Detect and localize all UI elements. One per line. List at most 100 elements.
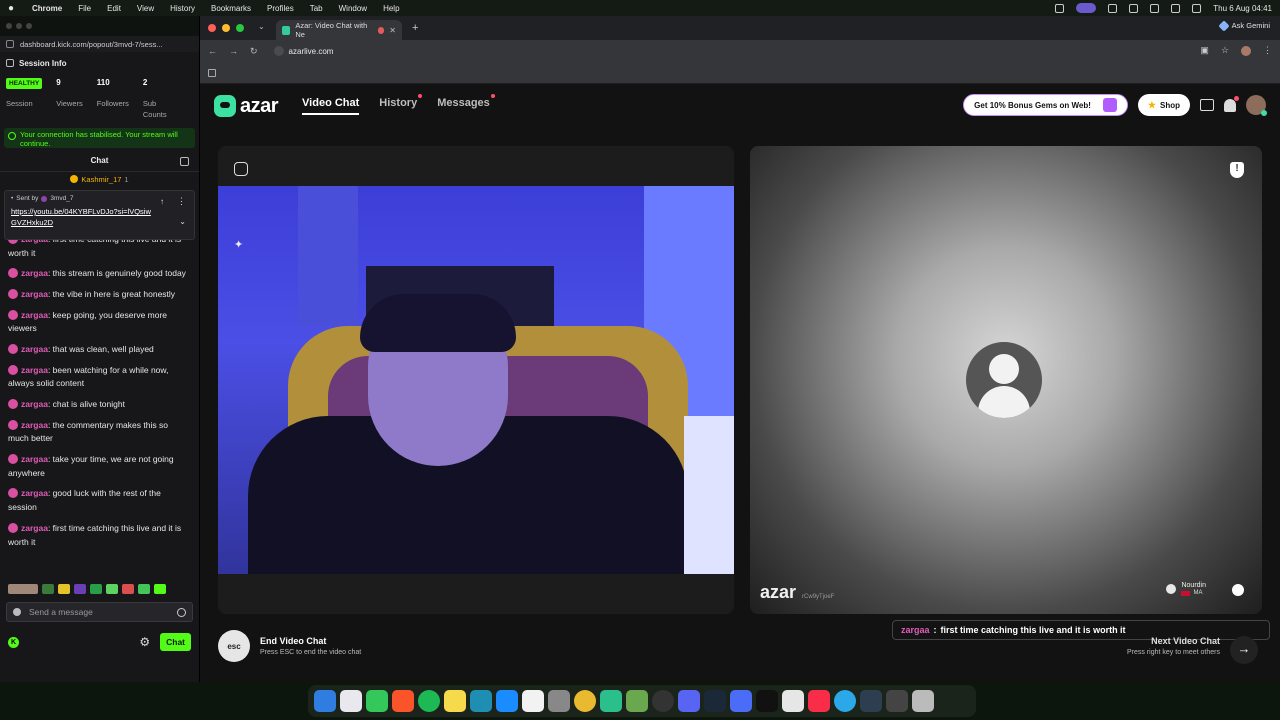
tiktok-icon[interactable] <box>756 690 778 712</box>
chat-username[interactable]: zargaa <box>21 240 48 244</box>
emote-icon[interactable] <box>42 584 54 594</box>
expand-icon[interactable] <box>234 162 248 176</box>
chat-username[interactable]: zargaa <box>21 344 48 354</box>
chrome-icon[interactable] <box>574 690 596 712</box>
new-tab-button[interactable]: + <box>412 22 418 34</box>
apps-grid-icon[interactable] <box>208 68 216 77</box>
pinned-link[interactable]: https://youtu.be/04KYBFLvDJo?si=lVQsiwGV… <box>11 206 151 228</box>
menu-help[interactable]: Help <box>383 4 399 13</box>
brave-icon[interactable] <box>392 690 414 712</box>
forward-icon[interactable]: → <box>229 46 238 56</box>
spotify-icon[interactable] <box>418 690 440 712</box>
chat-username[interactable]: zargaa <box>21 289 48 299</box>
emote-icon[interactable] <box>154 584 166 594</box>
facetime-icon[interactable] <box>600 690 622 712</box>
cast-icon[interactable]: ▣ <box>1200 45 1209 56</box>
downloads-icon[interactable] <box>886 690 908 712</box>
profile-avatar[interactable] <box>1241 45 1251 56</box>
chat-username[interactable]: zargaa <box>21 268 48 278</box>
send-message-input[interactable]: Send a message <box>6 602 193 622</box>
pin-icon[interactable]: ↑ <box>160 197 164 206</box>
safari-icon[interactable] <box>834 690 856 712</box>
menu-profiles[interactable]: Profiles <box>267 4 294 13</box>
tab-azar[interactable]: Azar: Video Chat with Ne ✕ <box>276 20 402 40</box>
notion-icon[interactable] <box>522 690 544 712</box>
emote-icon[interactable] <box>138 584 150 594</box>
minimize-dot[interactable] <box>16 23 22 29</box>
azar-logo[interactable]: azar <box>214 95 279 118</box>
nav-messages[interactable]: Messages <box>437 94 495 115</box>
inbox-icon[interactable] <box>1200 99 1214 111</box>
emoji-icon[interactable] <box>177 608 186 617</box>
kick-logo-icon[interactable]: K <box>8 636 19 648</box>
message-options-icon[interactable] <box>13 608 21 616</box>
steam-icon[interactable] <box>704 690 726 712</box>
shop-button[interactable]: ★ Shop <box>1137 94 1190 116</box>
menu-file[interactable]: File <box>78 4 91 13</box>
site-settings-icon[interactable] <box>273 46 284 56</box>
search-icon[interactable] <box>1171 3 1181 13</box>
chat-bubble-icon[interactable] <box>1232 584 1244 596</box>
chat-username[interactable]: zargaa <box>21 523 48 533</box>
wifi-icon[interactable] <box>1150 3 1160 13</box>
menu-edit[interactable]: Edit <box>107 4 121 13</box>
zoom-dot[interactable] <box>26 23 32 29</box>
clock[interactable]: Thu 6 Aug 04:41 <box>1213 4 1272 13</box>
magic-wand-icon[interactable]: ✦ <box>234 238 246 251</box>
bell-icon[interactable] <box>1224 95 1239 112</box>
close-tab-icon[interactable]: ✕ <box>389 26 396 35</box>
apple-icon[interactable]: ● <box>8 3 18 14</box>
next-arrow-button[interactable]: → <box>1230 636 1258 664</box>
tab-search-icon[interactable]: ⌄ <box>258 22 270 34</box>
music-icon[interactable] <box>808 690 830 712</box>
status-recording-icon[interactable] <box>1076 3 1097 13</box>
menu-app-name[interactable]: Chrome <box>32 4 62 13</box>
emote-icon[interactable] <box>74 584 86 594</box>
menu-tab[interactable]: Tab <box>310 4 323 13</box>
chrome-menu-icon[interactable]: ⋮ <box>1263 45 1272 56</box>
github-desktop-icon[interactable] <box>652 690 674 712</box>
capcut-icon[interactable] <box>782 690 804 712</box>
emote-icon[interactable] <box>8 584 38 594</box>
emote-icon[interactable] <box>122 584 134 594</box>
address-bar[interactable]: azarlive.com <box>273 46 333 56</box>
chat-send-button[interactable]: Chat <box>160 633 191 651</box>
minimize-window-button[interactable] <box>222 24 230 32</box>
emote-icon[interactable] <box>58 584 70 594</box>
chat-username[interactable]: zargaa <box>21 454 48 464</box>
trash-icon[interactable] <box>912 690 934 712</box>
stocks-icon[interactable] <box>470 690 492 712</box>
text-input-icon[interactable] <box>1129 3 1139 13</box>
partner-info[interactable]: Nourdin MA <box>1166 582 1206 596</box>
avatar[interactable] <box>1246 95 1267 116</box>
back-icon[interactable]: ← <box>208 46 217 56</box>
chat-username[interactable]: zargaa <box>21 420 48 430</box>
chevron-down-icon[interactable]: ⌄ <box>179 217 186 226</box>
control-center-icon[interactable] <box>1192 3 1202 13</box>
notion-status-icon[interactable] <box>1108 3 1118 13</box>
bookmark-star-icon[interactable]: ☆ <box>1221 45 1229 56</box>
ask-gemini-button[interactable]: Ask Gemini <box>1217 19 1270 32</box>
settings-icon[interactable] <box>548 690 570 712</box>
menu-history[interactable]: History <box>170 4 195 13</box>
users-icon[interactable] <box>180 157 189 166</box>
app-store-icon[interactable] <box>496 690 518 712</box>
menu-view[interactable]: View <box>137 4 154 13</box>
notes-icon[interactable] <box>444 690 466 712</box>
messages-icon[interactable] <box>366 690 388 712</box>
close-dot[interactable] <box>6 23 12 29</box>
nav-history[interactable]: History <box>379 94 423 115</box>
launchpad-icon[interactable] <box>340 690 362 712</box>
chat-username[interactable]: zargaa <box>21 488 48 498</box>
menu-window[interactable]: Window <box>339 4 367 13</box>
chat-username[interactable]: zargaa <box>21 310 48 320</box>
popout-url-bar[interactable]: dashboard.kick.com/popout/3mvd-7/sess... <box>0 36 199 52</box>
close-window-button[interactable] <box>208 24 216 32</box>
nav-video-chat[interactable]: Video Chat <box>302 97 360 115</box>
chat-username[interactable]: zargaa <box>21 365 48 375</box>
emote-icon[interactable] <box>90 584 102 594</box>
discord-icon[interactable] <box>678 690 700 712</box>
menu-bookmarks[interactable]: Bookmarks <box>211 4 251 13</box>
site-info-icon[interactable] <box>6 40 14 48</box>
davinci-resolve-icon[interactable] <box>860 690 882 712</box>
